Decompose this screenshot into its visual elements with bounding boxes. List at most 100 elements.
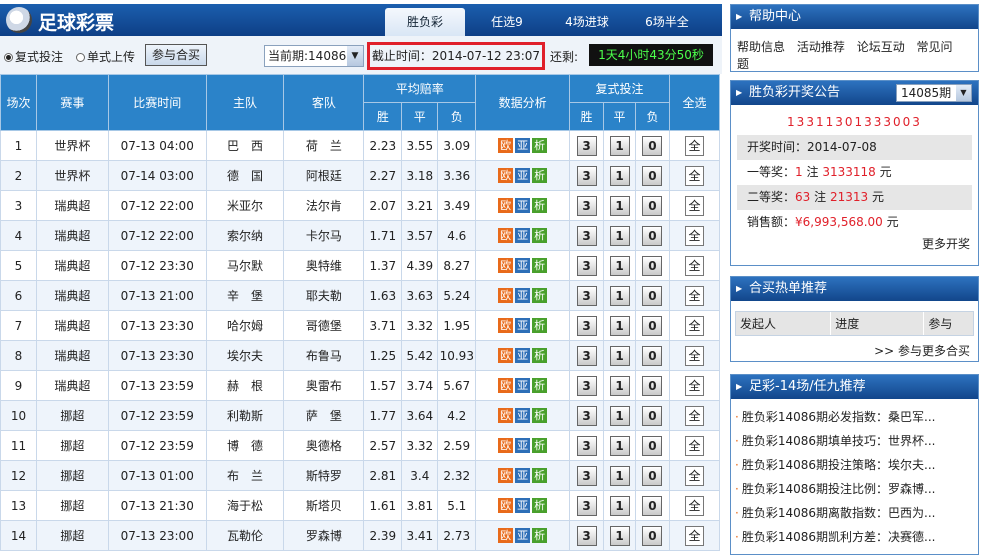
pick-win-button[interactable]: 3 bbox=[576, 135, 597, 156]
tab-shengfucai[interactable]: 胜负彩 bbox=[385, 8, 465, 36]
asia-odds-button[interactable]: 亚 bbox=[515, 468, 531, 483]
asia-odds-button[interactable]: 亚 bbox=[515, 378, 531, 393]
pick-win-button[interactable]: 3 bbox=[576, 435, 597, 456]
news-item[interactable]: 胜负彩14086期投注比例：罗森博... bbox=[735, 477, 974, 501]
news-item[interactable]: 胜负彩14086期必发指数：桑巴军... bbox=[735, 405, 974, 429]
asia-odds-button[interactable]: 亚 bbox=[515, 438, 531, 453]
asia-odds-button[interactable]: 亚 bbox=[515, 408, 531, 423]
pick-lose-button[interactable]: 0 bbox=[642, 165, 663, 186]
analysis-button[interactable]: 析 bbox=[532, 438, 548, 453]
asia-odds-button[interactable]: 亚 bbox=[515, 228, 531, 243]
pick-win-button[interactable]: 3 bbox=[576, 315, 597, 336]
pick-draw-button[interactable]: 1 bbox=[609, 525, 630, 546]
pick-draw-button[interactable]: 1 bbox=[609, 435, 630, 456]
europe-odds-button[interactable]: 欧 bbox=[498, 378, 514, 393]
tab-4-goals[interactable]: 4场进球 bbox=[547, 8, 627, 36]
select-all-button[interactable]: 全 bbox=[684, 315, 704, 336]
pick-lose-button[interactable]: 0 bbox=[642, 345, 663, 366]
news-item[interactable]: 胜负彩14086期填单技巧：世界杯... bbox=[735, 429, 974, 453]
pick-lose-button[interactable]: 0 bbox=[642, 315, 663, 336]
pick-lose-button[interactable]: 0 bbox=[642, 495, 663, 516]
asia-odds-button[interactable]: 亚 bbox=[515, 258, 531, 273]
analysis-button[interactable]: 析 bbox=[532, 138, 548, 153]
asia-odds-button[interactable]: 亚 bbox=[515, 288, 531, 303]
pick-win-button[interactable]: 3 bbox=[576, 345, 597, 366]
pick-win-button[interactable]: 3 bbox=[576, 405, 597, 426]
pick-win-button[interactable]: 3 bbox=[576, 525, 597, 546]
select-all-button[interactable]: 全 bbox=[684, 375, 704, 396]
pick-draw-button[interactable]: 1 bbox=[609, 135, 630, 156]
pick-draw-button[interactable]: 1 bbox=[609, 285, 630, 306]
europe-odds-button[interactable]: 欧 bbox=[498, 318, 514, 333]
europe-odds-button[interactable]: 欧 bbox=[498, 198, 514, 213]
europe-odds-button[interactable]: 欧 bbox=[498, 258, 514, 273]
pick-win-button[interactable]: 3 bbox=[576, 225, 597, 246]
pick-draw-button[interactable]: 1 bbox=[609, 495, 630, 516]
select-all-button[interactable]: 全 bbox=[684, 435, 704, 456]
pick-draw-button[interactable]: 1 bbox=[609, 165, 630, 186]
europe-odds-button[interactable]: 欧 bbox=[498, 498, 514, 513]
news-item[interactable]: 胜负彩14086期凯利方差：决赛德... bbox=[735, 525, 974, 549]
select-all-button[interactable]: 全 bbox=[684, 495, 704, 516]
europe-odds-button[interactable]: 欧 bbox=[498, 168, 514, 183]
asia-odds-button[interactable]: 亚 bbox=[515, 138, 531, 153]
pick-win-button[interactable]: 3 bbox=[576, 255, 597, 276]
pick-win-button[interactable]: 3 bbox=[576, 195, 597, 216]
radio-compound-bet[interactable]: 复式投注 bbox=[4, 48, 63, 65]
pick-draw-button[interactable]: 1 bbox=[609, 345, 630, 366]
pick-win-button[interactable]: 3 bbox=[576, 165, 597, 186]
help-link-promo[interactable]: 活动推荐 bbox=[797, 40, 845, 54]
radio-single-upload[interactable]: 单式上传 bbox=[76, 48, 135, 65]
select-all-button[interactable]: 全 bbox=[684, 285, 704, 306]
europe-odds-button[interactable]: 欧 bbox=[498, 438, 514, 453]
pick-draw-button[interactable]: 1 bbox=[609, 375, 630, 396]
europe-odds-button[interactable]: 欧 bbox=[498, 468, 514, 483]
analysis-button[interactable]: 析 bbox=[532, 228, 548, 243]
analysis-button[interactable]: 析 bbox=[532, 468, 548, 483]
asia-odds-button[interactable]: 亚 bbox=[515, 348, 531, 363]
analysis-button[interactable]: 析 bbox=[532, 198, 548, 213]
analysis-button[interactable]: 析 bbox=[532, 348, 548, 363]
pick-lose-button[interactable]: 0 bbox=[642, 285, 663, 306]
pick-draw-button[interactable]: 1 bbox=[609, 195, 630, 216]
asia-odds-button[interactable]: 亚 bbox=[515, 528, 531, 543]
select-all-button[interactable]: 全 bbox=[684, 165, 704, 186]
pick-win-button[interactable]: 3 bbox=[576, 495, 597, 516]
analysis-button[interactable]: 析 bbox=[532, 498, 548, 513]
select-all-button[interactable]: 全 bbox=[684, 465, 704, 486]
analysis-button[interactable]: 析 bbox=[532, 528, 548, 543]
europe-odds-button[interactable]: 欧 bbox=[498, 408, 514, 423]
pick-lose-button[interactable]: 0 bbox=[642, 225, 663, 246]
europe-odds-button[interactable]: 欧 bbox=[498, 288, 514, 303]
pick-lose-button[interactable]: 0 bbox=[642, 525, 663, 546]
tab-6-halffull[interactable]: 6场半全 bbox=[627, 8, 707, 36]
pick-draw-button[interactable]: 1 bbox=[609, 255, 630, 276]
analysis-button[interactable]: 析 bbox=[532, 258, 548, 273]
more-draws-link[interactable]: 更多开奖 bbox=[731, 235, 978, 252]
pick-draw-button[interactable]: 1 bbox=[609, 315, 630, 336]
news-item[interactable]: 胜负彩14086期离散指数：巴西为... bbox=[735, 501, 974, 525]
pick-lose-button[interactable]: 0 bbox=[642, 435, 663, 456]
more-group-buy-link[interactable]: >> 参与更多合买 bbox=[731, 336, 978, 359]
group-buy-button[interactable]: 参与合买 bbox=[145, 44, 207, 66]
select-all-button[interactable]: 全 bbox=[684, 525, 704, 546]
news-item[interactable]: 胜负彩14086期投注策略：埃尔夫... bbox=[735, 453, 974, 477]
period-select[interactable]: 当前期:14086 ▼ bbox=[264, 45, 364, 67]
select-all-button[interactable]: 全 bbox=[684, 225, 704, 246]
pick-lose-button[interactable]: 0 bbox=[642, 255, 663, 276]
select-all-button[interactable]: 全 bbox=[684, 135, 704, 156]
asia-odds-button[interactable]: 亚 bbox=[515, 198, 531, 213]
select-all-button[interactable]: 全 bbox=[684, 405, 704, 426]
select-all-button[interactable]: 全 bbox=[684, 345, 704, 366]
tab-renxuan9[interactable]: 任选9 bbox=[467, 8, 547, 36]
pick-lose-button[interactable]: 0 bbox=[642, 135, 663, 156]
pick-lose-button[interactable]: 0 bbox=[642, 195, 663, 216]
analysis-button[interactable]: 析 bbox=[532, 318, 548, 333]
pick-lose-button[interactable]: 0 bbox=[642, 465, 663, 486]
analysis-button[interactable]: 析 bbox=[532, 168, 548, 183]
analysis-button[interactable]: 析 bbox=[532, 408, 548, 423]
draw-period-select[interactable]: 14085期 ▼ bbox=[896, 84, 972, 102]
pick-win-button[interactable]: 3 bbox=[576, 465, 597, 486]
help-link-forum[interactable]: 论坛互动 bbox=[857, 40, 905, 54]
pick-win-button[interactable]: 3 bbox=[576, 375, 597, 396]
